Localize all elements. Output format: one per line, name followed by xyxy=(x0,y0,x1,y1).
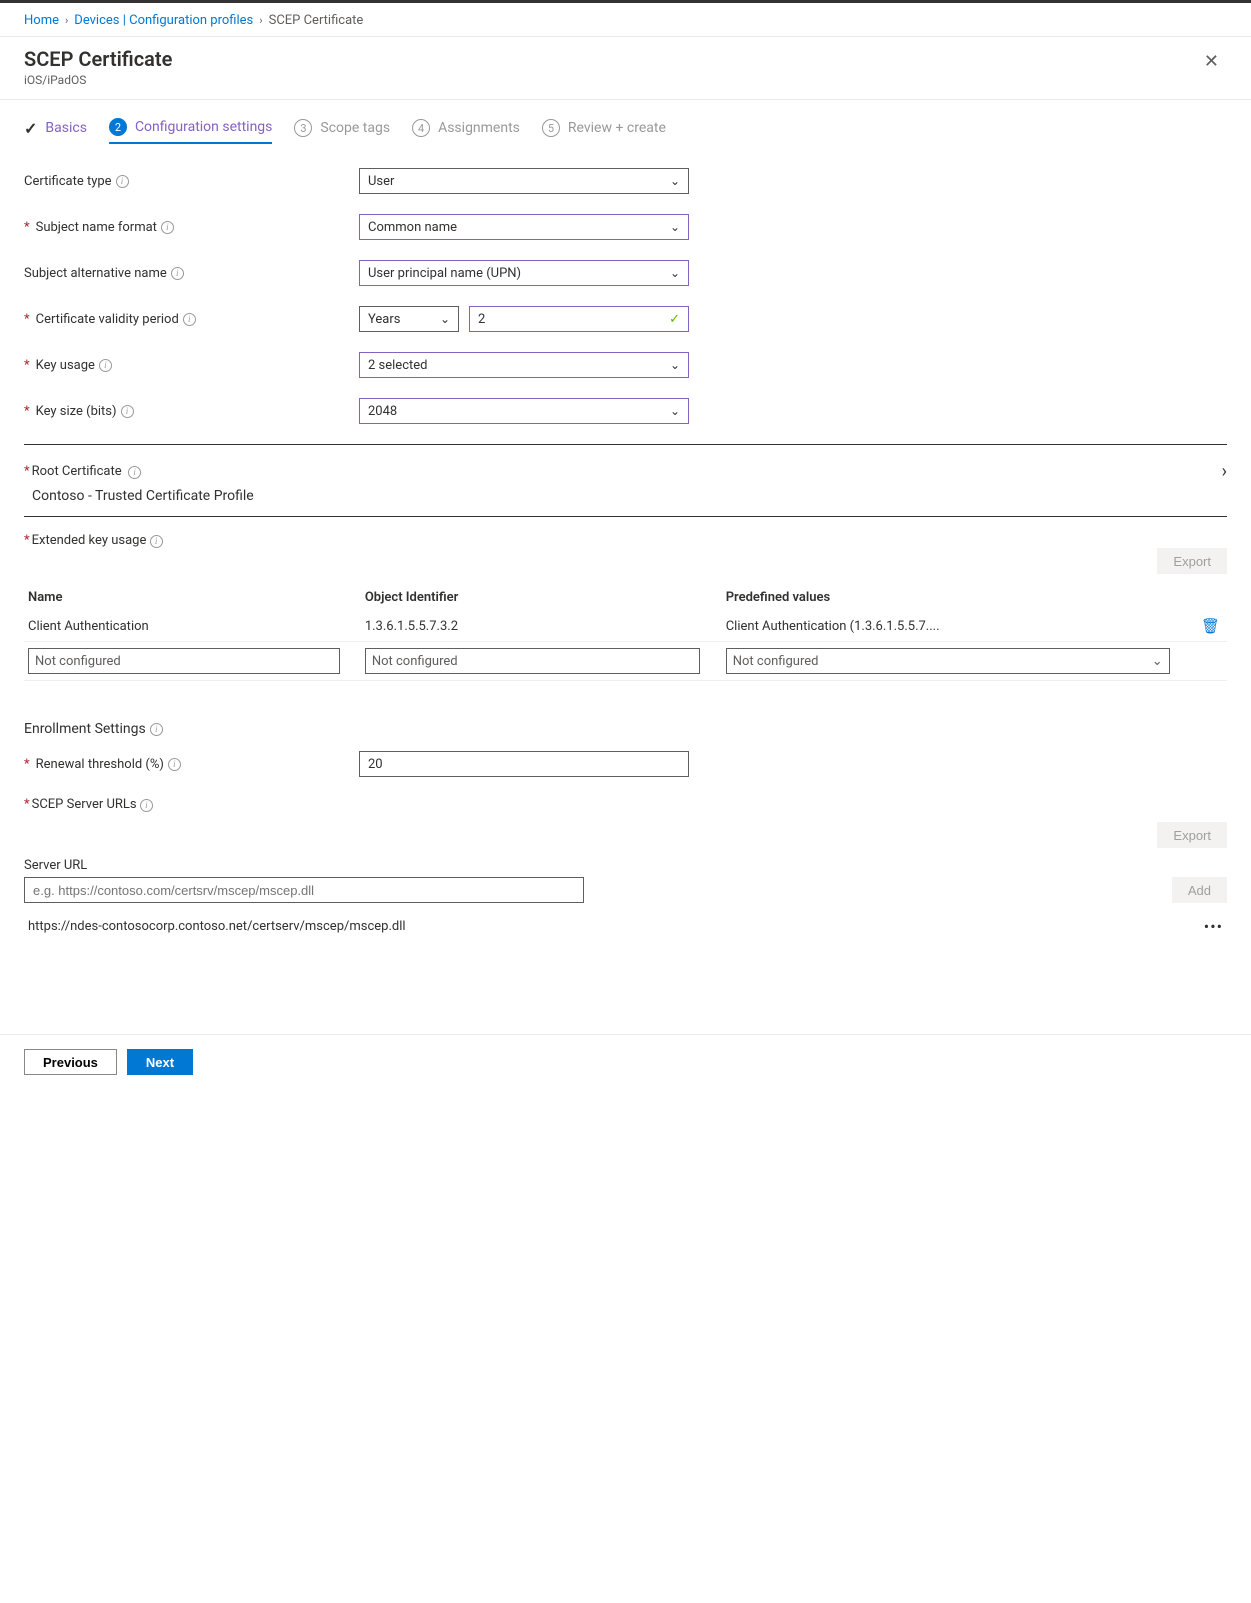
info-icon[interactable]: i xyxy=(150,535,163,548)
scep-export-button[interactable]: Export xyxy=(1157,822,1227,848)
more-icon[interactable]: ••• xyxy=(1204,917,1223,936)
checkmark-icon: ✓ xyxy=(24,119,37,138)
wizard-steps: ✓ Basics 2 Configuration settings 3 Scop… xyxy=(24,118,1227,144)
scep-urls-label: *SCEP Server URLs i xyxy=(24,797,1227,812)
server-url-input[interactable] xyxy=(24,877,584,903)
server-url-header: Server URL xyxy=(24,858,1152,873)
chevron-right-icon: › xyxy=(259,14,262,27)
root-certificate-picker[interactable]: *Root Certificate i › Contoso - Trusted … xyxy=(24,455,1227,517)
chevron-down-icon: ⌄ xyxy=(1152,654,1163,669)
eku-oid-input[interactable]: Not configured xyxy=(365,648,700,674)
key-usage-label: *Key usage i xyxy=(24,358,359,373)
info-icon[interactable]: i xyxy=(140,799,153,812)
chevron-down-icon: ⌄ xyxy=(670,266,680,280)
step-review-create[interactable]: 5 Review + create xyxy=(542,119,666,143)
certificate-type-select[interactable]: User ⌄ xyxy=(359,168,689,194)
key-usage-select[interactable]: 2 selected ⌄ xyxy=(359,352,689,378)
validity-unit-select[interactable]: Years ⌄ xyxy=(359,306,459,332)
breadcrumb-devices[interactable]: Devices | Configuration profiles xyxy=(74,13,253,28)
info-icon[interactable]: i xyxy=(168,758,181,771)
key-size-label: *Key size (bits) i xyxy=(24,404,359,419)
certificate-type-label: Certificate type i xyxy=(24,174,359,189)
next-button[interactable]: Next xyxy=(127,1049,193,1075)
eku-col-predefined: Predefined values xyxy=(722,584,1197,611)
root-certificate-label: *Root Certificate i xyxy=(24,464,141,479)
san-label: Subject alternative name i xyxy=(24,266,359,281)
eku-export-button[interactable]: Export xyxy=(1157,548,1227,574)
chevron-down-icon: ⌄ xyxy=(670,404,680,418)
key-size-select[interactable]: 2048 ⌄ xyxy=(359,398,689,424)
step-basics[interactable]: ✓ Basics xyxy=(24,119,87,144)
chevron-right-icon: › xyxy=(65,14,68,27)
info-icon[interactable]: i xyxy=(116,175,129,188)
info-icon[interactable]: i xyxy=(150,723,163,736)
info-icon[interactable]: i xyxy=(171,267,184,280)
enrollment-settings-header: Enrollment Settings i xyxy=(24,721,1227,737)
info-icon[interactable]: i xyxy=(128,466,141,479)
page-subtitle: iOS/iPadOS xyxy=(24,73,172,87)
breadcrumb-current: SCEP Certificate xyxy=(269,13,364,28)
step-scope-tags[interactable]: 3 Scope tags xyxy=(294,119,390,143)
eku-col-name: Name xyxy=(24,584,361,611)
san-select[interactable]: User principal name (UPN) ⌄ xyxy=(359,260,689,286)
validity-period-label: *Certificate validity period i xyxy=(24,312,359,327)
chevron-down-icon: ⌄ xyxy=(670,220,680,234)
renewal-threshold-label: *Renewal threshold (%) i xyxy=(24,757,359,772)
info-icon[interactable]: i xyxy=(183,313,196,326)
eku-row: Client Authentication 1.3.6.1.5.5.7.3.2 … xyxy=(24,611,1227,642)
subject-name-format-label: *Subject name format i xyxy=(24,220,359,235)
step-assignments[interactable]: 4 Assignments xyxy=(412,119,520,143)
wizard-footer: Previous Next xyxy=(0,1034,1251,1089)
eku-table: Name Object Identifier Predefined values… xyxy=(24,584,1227,681)
info-icon[interactable]: i xyxy=(99,359,112,372)
subject-name-format-select[interactable]: Common name ⌄ xyxy=(359,214,689,240)
chevron-down-icon: ⌄ xyxy=(670,174,680,188)
delete-icon[interactable]: 🗑 xyxy=(1201,617,1220,635)
info-icon[interactable]: i xyxy=(121,405,134,418)
step-configuration-settings[interactable]: 2 Configuration settings xyxy=(109,118,272,144)
info-icon[interactable]: i xyxy=(161,221,174,234)
breadcrumb-home[interactable]: Home xyxy=(24,13,59,28)
checkmark-icon: ✓ xyxy=(669,312,680,327)
eku-name-input[interactable]: Not configured xyxy=(28,648,340,674)
eku-new-row: Not configured Not configured Not config… xyxy=(24,642,1227,681)
renewal-threshold-input[interactable]: 20 xyxy=(359,751,689,777)
add-url-button[interactable]: Add xyxy=(1172,877,1227,903)
close-button[interactable]: ✕ xyxy=(1196,47,1227,76)
chevron-down-icon: ⌄ xyxy=(670,358,680,372)
chevron-down-icon: ⌄ xyxy=(440,312,450,326)
page-title: SCEP Certificate xyxy=(24,47,172,71)
root-certificate-value: Contoso - Trusted Certificate Profile xyxy=(24,482,1227,506)
eku-col-oid: Object Identifier xyxy=(361,584,722,611)
chevron-right-icon: › xyxy=(1222,461,1227,482)
previous-button[interactable]: Previous xyxy=(24,1049,117,1075)
breadcrumb: Home › Devices | Configuration profiles … xyxy=(0,3,1251,36)
eku-predefined-select[interactable]: Not configured⌄ xyxy=(726,648,1170,674)
server-url-row: https://ndes-contosocorp.contoso.net/cer… xyxy=(24,903,1227,950)
eku-label: *Extended key usage i xyxy=(24,533,1227,548)
validity-value-input[interactable]: 2 ✓ xyxy=(469,306,689,332)
